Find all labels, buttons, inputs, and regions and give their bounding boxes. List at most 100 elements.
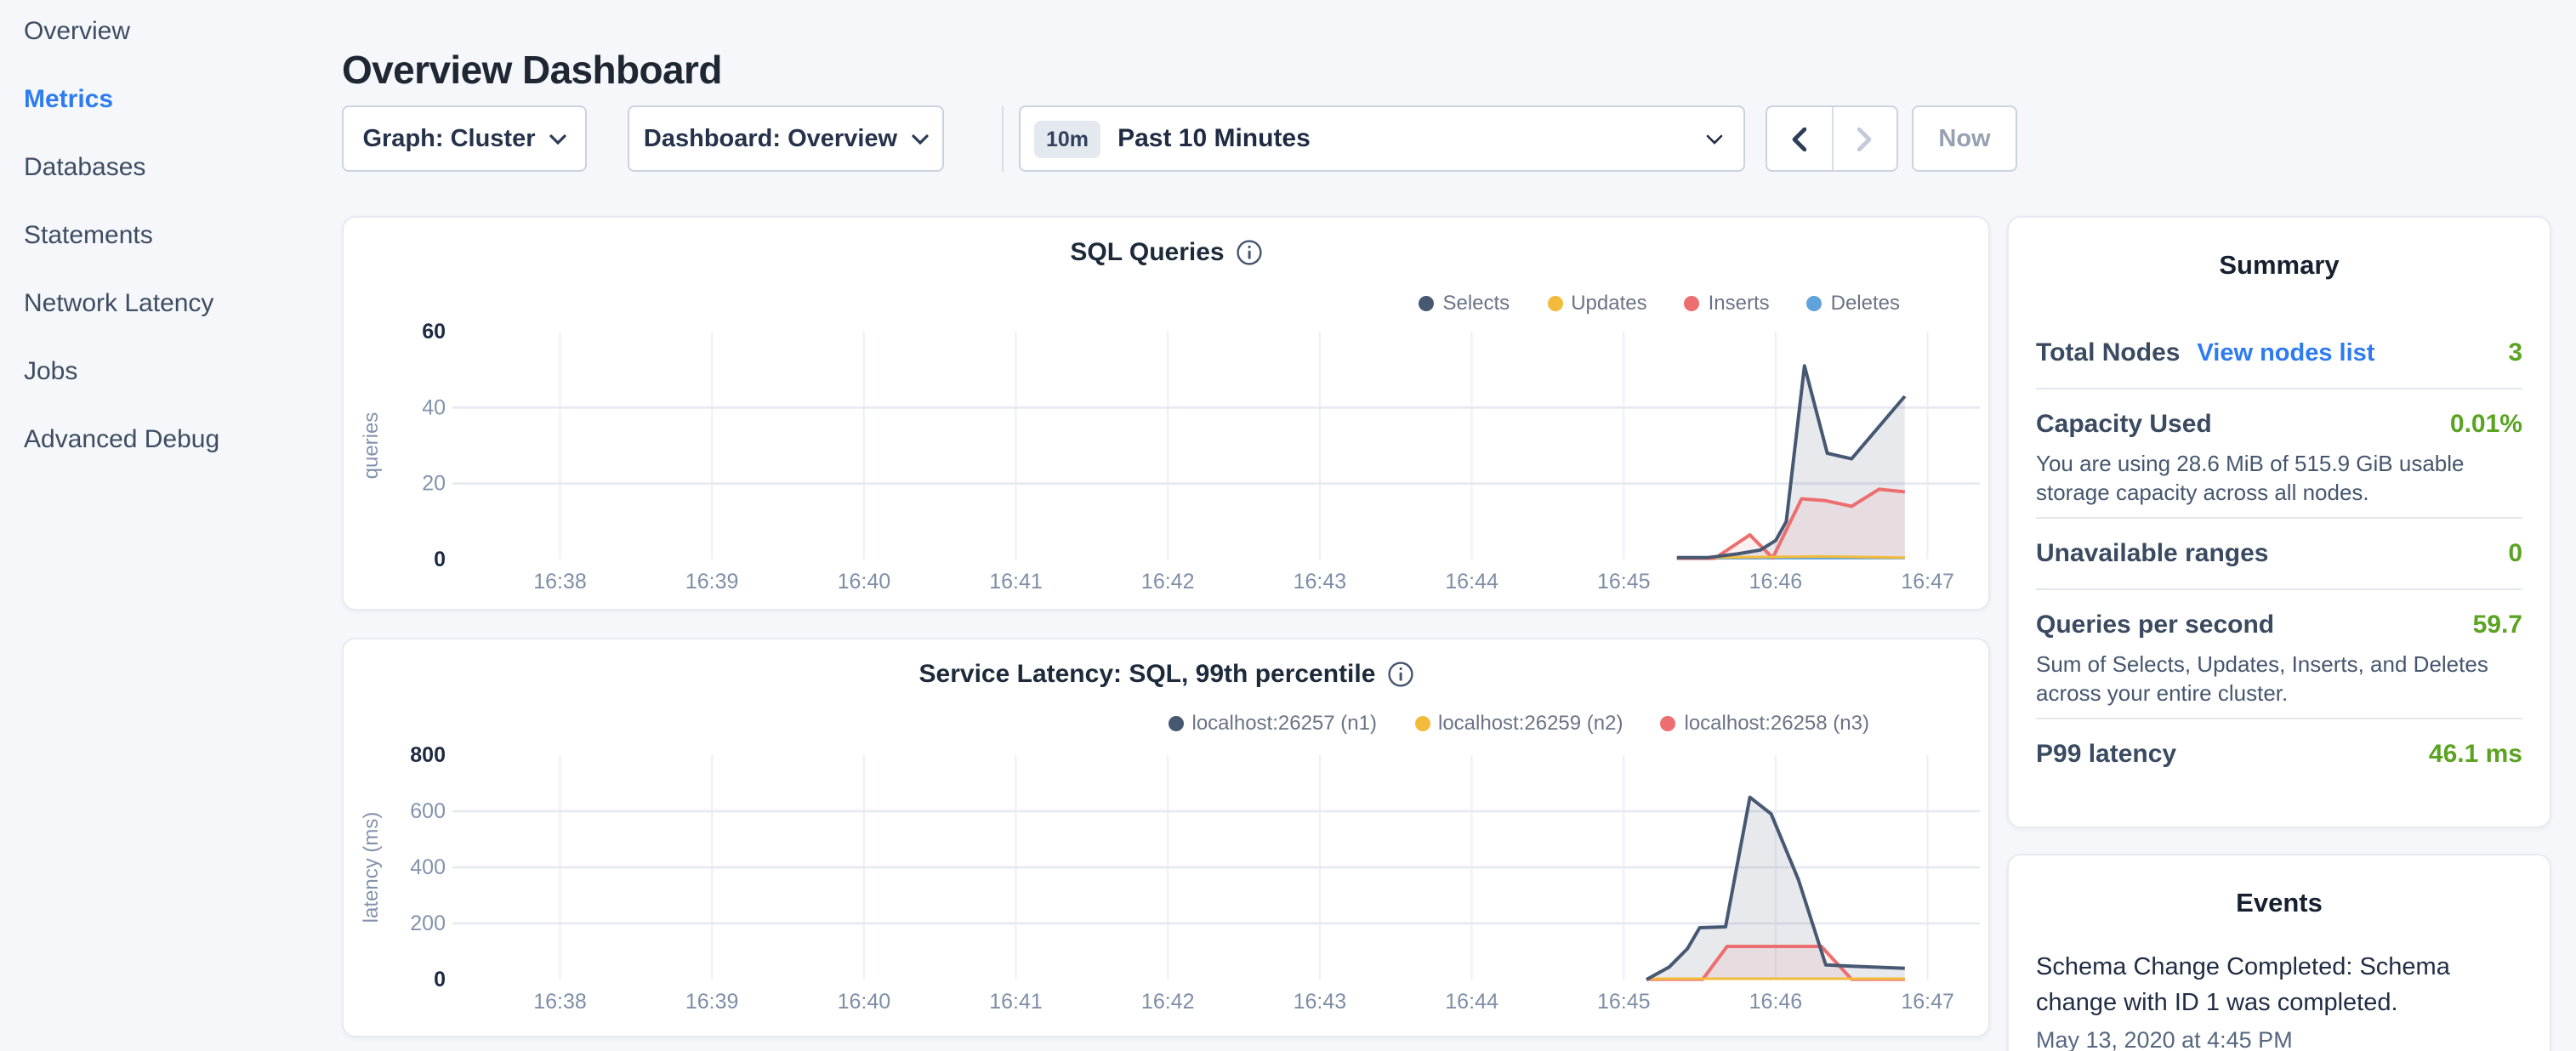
events-list: Schema Change Completed: Schema change w… (2036, 951, 2522, 1051)
svg-text:60: 60 (422, 320, 446, 344)
chevron-left-icon (1792, 127, 1807, 151)
events-panel: Events Schema Change Completed: Schema c… (2007, 854, 2551, 1051)
chart-title: SQL Queries (1070, 238, 1224, 267)
svg-text:16:40: 16:40 (838, 570, 891, 594)
svg-text:40: 40 (422, 395, 446, 419)
svg-text:latency (ms): latency (ms) (360, 812, 383, 923)
legend-dot (1414, 715, 1430, 730)
svg-text:16:40: 16:40 (838, 990, 891, 1014)
chevron-down-icon (549, 134, 566, 144)
svg-text:16:38: 16:38 (533, 570, 587, 594)
time-range-badge: 10m (1034, 120, 1100, 157)
summary-rows: Total NodesView nodes list3Capacity Used… (2036, 323, 2522, 784)
svg-text:200: 200 (410, 912, 446, 935)
summary-title: Summary (2036, 252, 2522, 282)
summary-divider (2036, 718, 2522, 719)
sidebar-item-advanced-debug[interactable]: Advanced Debug (24, 423, 333, 456)
svg-text:16:41: 16:41 (989, 990, 1043, 1014)
info-icon[interactable] (1387, 662, 1413, 687)
graph-dropdown-label: Graph: Cluster (362, 125, 535, 152)
service-latency-chart-card: Service Latency: SQL, 99th percentile lo… (342, 638, 1990, 1037)
svg-text:16:46: 16:46 (1749, 570, 1803, 594)
toolbar-divider (1002, 105, 1004, 172)
chevron-down-icon (1706, 134, 1723, 144)
summary-row-value: 0.01% (2450, 410, 2522, 439)
legend-item-localhost-26257-n1[interactable]: localhost:26257 (n1) (1169, 711, 1378, 735)
summary-row-unavailable-ranges: Unavailable ranges 0 (2036, 524, 2522, 583)
sql-queries-chart-plot[interactable]: 0 20 40 60 16:38 16:39 16:40 16:41 16:42 16:43 16:… (344, 308, 1992, 612)
chart-legend-1: localhost:26257 (n1) localhost:26259 (n2)… (1169, 711, 1870, 735)
svg-text:queries: queries (360, 412, 383, 480)
chevron-down-icon (911, 134, 928, 144)
time-step-back-button[interactable] (1767, 107, 1831, 170)
svg-text:16:43: 16:43 (1294, 570, 1347, 594)
summary-row-value: 46.1 ms (2429, 740, 2522, 769)
events-title: Events (2036, 889, 2522, 920)
chart-title: Service Latency: SQL, 99th percentile (919, 660, 1376, 689)
legend-label: localhost:26259 (n2) (1438, 711, 1624, 735)
svg-text:16:45: 16:45 (1597, 990, 1651, 1014)
event-text: Schema Change Completed: Schema change w… (2036, 951, 2522, 1022)
summary-row-label: Capacity Used (2036, 410, 2212, 439)
graph-dropdown[interactable]: Graph: Cluster (342, 105, 587, 172)
svg-text:16:44: 16:44 (1445, 570, 1498, 594)
svg-text:16:39: 16:39 (685, 570, 739, 594)
svg-text:16:46: 16:46 (1749, 990, 1803, 1014)
summary-row-label: Queries per second (2036, 611, 2274, 639)
service-latency-chart-plot[interactable]: 020040060080016:3816:3916:4016:4116:4216… (344, 736, 1992, 1039)
sidebar-item-overview[interactable]: Overview (24, 15, 333, 48)
summary-row-total-nodes: Total NodesView nodes list3 (2036, 323, 2522, 383)
svg-text:0: 0 (434, 548, 446, 571)
svg-text:800: 800 (410, 743, 446, 767)
legend-item-localhost-26259-n2[interactable]: localhost:26259 (n2) (1414, 711, 1624, 735)
time-step-buttons (1766, 105, 1898, 172)
svg-text:600: 600 (410, 799, 446, 823)
svg-text:16:45: 16:45 (1597, 570, 1651, 594)
legend-label: localhost:26258 (n3) (1685, 711, 1870, 735)
svg-text:16:39: 16:39 (685, 990, 739, 1014)
legend-dot (1661, 715, 1676, 730)
summary-row-label: Unavailable ranges (2036, 539, 2268, 568)
svg-text:16:41: 16:41 (989, 570, 1043, 594)
view-nodes-list-link[interactable]: View nodes list (2197, 340, 2374, 367)
summary-row-value: 59.7 (2473, 611, 2522, 639)
summary-divider (2036, 517, 2522, 519)
summary-row-note: You are using 28.6 MiB of 515.9 GiB usab… (2036, 451, 2522, 507)
svg-text:16:38: 16:38 (533, 990, 587, 1014)
summary-row-capacity-used: Capacity Used 0.01% (2036, 395, 2522, 454)
page-title: Overview Dashboard (342, 48, 722, 94)
summary-divider (2036, 588, 2522, 590)
svg-text:400: 400 (410, 855, 446, 879)
dashboard-dropdown[interactable]: Dashboard: Overview (628, 105, 944, 172)
dashboard-dropdown-label: Dashboard: Overview (644, 125, 897, 152)
event-timestamp: May 13, 2020 at 4:45 PM (2036, 1027, 2522, 1051)
summary-row-label: P99 latency (2036, 740, 2176, 769)
now-button-label: Now (1938, 125, 1990, 152)
app-root: Overview Metrics Databases Statements Networ… (0, 0, 2576, 1051)
legend-item-localhost-26258-n3[interactable]: localhost:26258 (n3) (1661, 711, 1870, 735)
sidebar-item-jobs[interactable]: Jobs (24, 355, 333, 388)
now-button[interactable]: Now (1912, 105, 2017, 172)
sql-queries-chart-card: SQL Queries SelectsUpdatesInsertsDeletes… (342, 216, 1990, 611)
sidebar-item-metrics[interactable]: Metrics (24, 83, 333, 116)
time-range-select[interactable]: 10m Past 10 Minutes (1019, 105, 1745, 172)
summary-row-value: 0 (2508, 539, 2522, 568)
summary-panel: Summary Total NodesView nodes list3Capac… (2007, 216, 2551, 828)
info-icon[interactable] (1237, 240, 1262, 265)
legend-label: localhost:26257 (n1) (1192, 711, 1378, 735)
sidebar-nav: Overview Metrics Databases Statements Networ… (0, 0, 333, 491)
sidebar-item-statements[interactable]: Statements (24, 219, 333, 252)
summary-row-label: Total Nodes (2036, 338, 2180, 367)
time-step-forward-button[interactable] (1831, 107, 1896, 170)
svg-text:16:44: 16:44 (1445, 990, 1498, 1014)
time-range-label: Past 10 Minutes (1117, 124, 1706, 153)
chevron-right-icon (1857, 127, 1873, 151)
svg-text:16:42: 16:42 (1141, 570, 1195, 594)
svg-text:16:47: 16:47 (1901, 570, 1954, 594)
sidebar-item-databases[interactable]: Databases (24, 151, 333, 184)
svg-text:16:43: 16:43 (1294, 990, 1347, 1014)
svg-text:16:47: 16:47 (1901, 990, 1954, 1014)
svg-text:20: 20 (422, 472, 446, 496)
sidebar-item-network-latency[interactable]: Network Latency (24, 287, 333, 320)
summary-row-note: Sum of Selects, Updates, Inserts, and De… (2036, 651, 2522, 707)
